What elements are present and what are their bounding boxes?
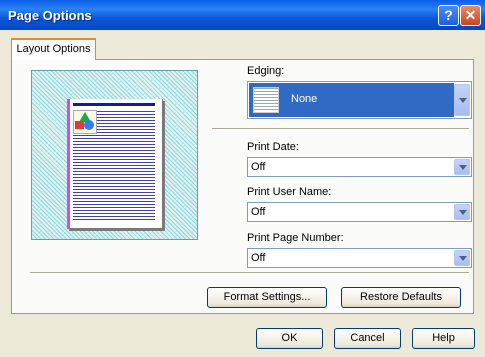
chevron-down-icon[interactable] bbox=[454, 159, 470, 175]
print-page-number-value: Off bbox=[251, 252, 266, 264]
format-settings-button[interactable]: Format Settings... bbox=[207, 287, 327, 308]
close-icon: ✕ bbox=[464, 7, 477, 23]
shapes-icon bbox=[73, 110, 97, 134]
preview-header-bar bbox=[73, 103, 155, 106]
question-icon: ? bbox=[444, 7, 453, 23]
separator bbox=[212, 128, 469, 130]
help-button[interactable]: Help bbox=[412, 328, 475, 349]
print-date-value: Off bbox=[251, 161, 266, 173]
edging-selected-item: None bbox=[249, 83, 454, 117]
edging-label: Edging: bbox=[247, 65, 285, 77]
preview-page bbox=[67, 99, 163, 229]
print-user-name-label: Print User Name: bbox=[247, 186, 332, 198]
page-preview bbox=[31, 70, 198, 240]
edging-select[interactable]: None bbox=[247, 81, 472, 119]
close-button[interactable]: ✕ bbox=[460, 5, 481, 26]
title-bar: Page Options ? ✕ bbox=[0, 0, 485, 30]
print-date-label: Print Date: bbox=[247, 141, 299, 153]
chevron-down-icon[interactable] bbox=[454, 84, 470, 116]
print-user-name-select[interactable]: Off bbox=[247, 202, 472, 222]
chevron-down-icon[interactable] bbox=[454, 204, 470, 220]
restore-defaults-button[interactable]: Restore Defaults bbox=[341, 287, 461, 308]
ok-button[interactable]: OK bbox=[256, 328, 323, 349]
print-user-name-value: Off bbox=[251, 206, 266, 218]
separator bbox=[30, 272, 469, 274]
layout-options-panel: Edging: None Print Date: Off Print User … bbox=[11, 59, 474, 314]
print-page-number-select[interactable]: Off bbox=[247, 248, 472, 268]
chevron-down-icon[interactable] bbox=[454, 250, 470, 266]
help-title-button[interactable]: ? bbox=[438, 5, 459, 26]
dialog-client: Layout Options Edging: None Print Date: … bbox=[0, 30, 485, 357]
cancel-button[interactable]: Cancel bbox=[334, 328, 401, 349]
window-title: Page Options bbox=[8, 8, 92, 23]
print-date-select[interactable]: Off bbox=[247, 157, 472, 177]
print-page-number-label: Print Page Number: bbox=[247, 232, 344, 244]
edging-thumbnail-icon bbox=[253, 87, 279, 113]
tab-layout-options[interactable]: Layout Options bbox=[11, 38, 96, 60]
edging-value: None bbox=[291, 93, 318, 105]
